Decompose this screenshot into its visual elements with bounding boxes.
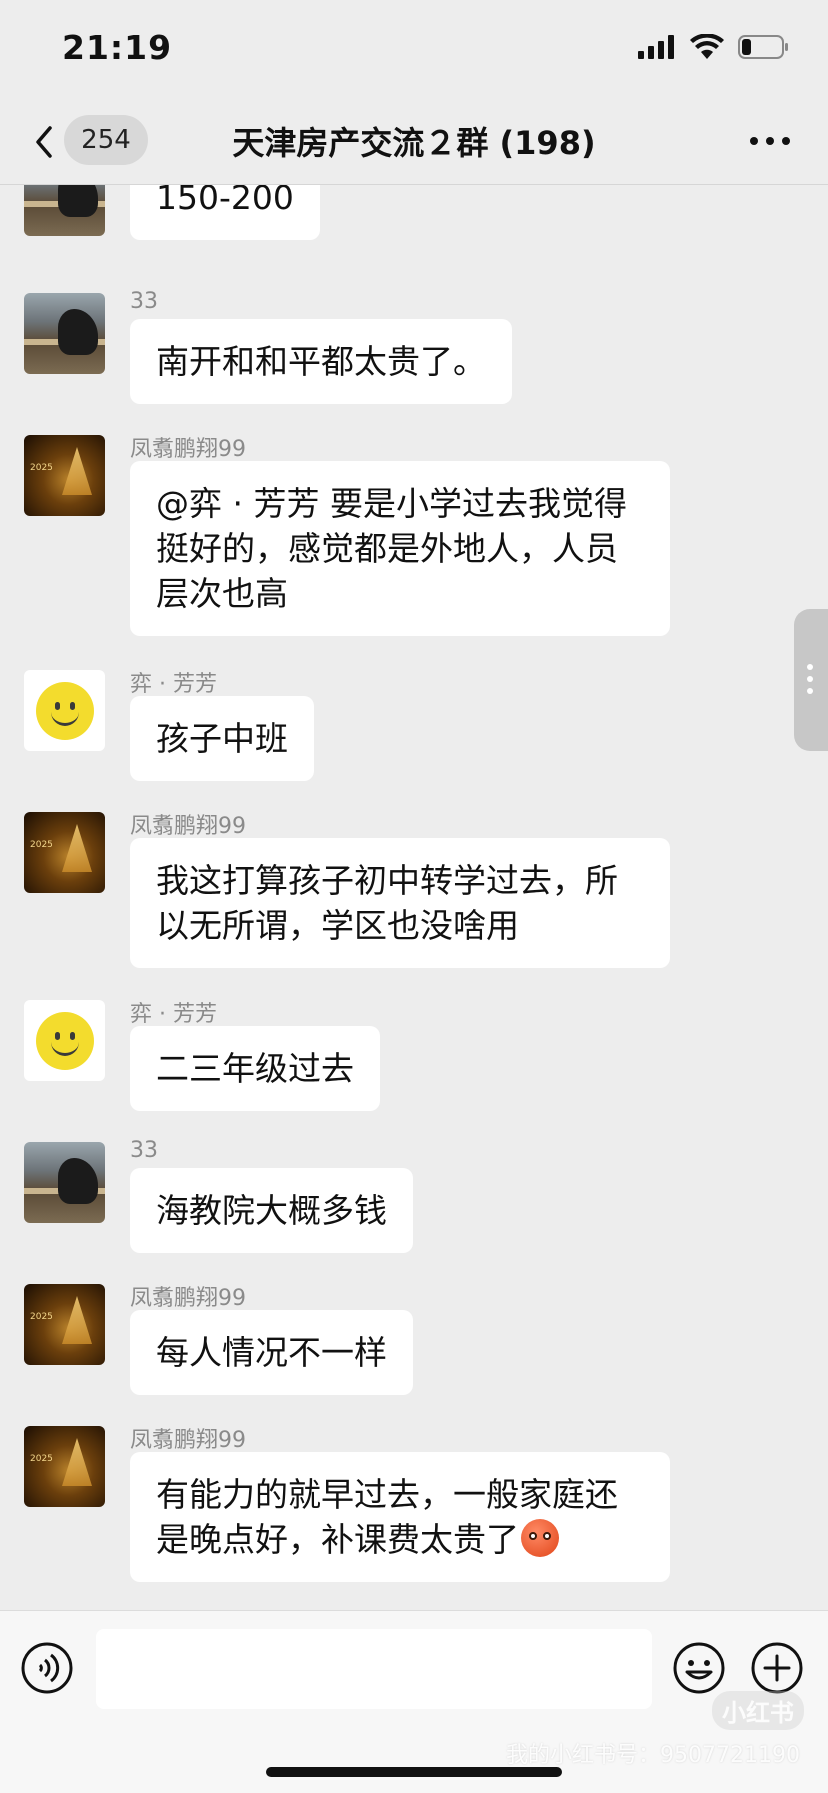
emoji-icon[interactable] xyxy=(672,1641,726,1695)
message-bubble[interactable]: 二三年级过去 xyxy=(130,1026,380,1111)
avatar[interactable]: 2025 xyxy=(24,812,105,893)
avatar-text: 2025 xyxy=(30,463,53,473)
message-item: 2025 凤翥鹏翔99 每人情况不一样 xyxy=(0,1284,828,1395)
message-bubble[interactable]: 每人情况不一样 xyxy=(130,1310,413,1395)
cellular-signal-icon xyxy=(638,35,674,59)
message-bubble[interactable]: 海教院大概多钱 xyxy=(130,1168,413,1253)
home-indicator xyxy=(266,1767,562,1777)
sender-name: 凤翥鹏翔99 xyxy=(130,1286,246,1311)
more-dots-icon[interactable] xyxy=(748,124,792,158)
cold-sweat-emoji-icon xyxy=(521,1519,559,1557)
sender-name: 33 xyxy=(130,289,158,314)
avatar[interactable] xyxy=(24,1000,105,1081)
sender-name: 33 xyxy=(130,1138,158,1163)
message-item: 弈 · 芳芳 二三年级过去 xyxy=(0,1000,828,1111)
message-item: 2025 凤翥鹏翔99 @弈 · 芳芳 要是小学过去我觉得挺好的，感觉都是外地人… xyxy=(0,435,828,636)
message-bubble[interactable]: 150-200 xyxy=(130,185,320,240)
message-item: 2025 凤翥鹏翔99 我这打算孩子初中转学过去，所以无所谓，学区也没啥用 xyxy=(0,812,828,968)
sender-name: 凤翥鹏翔99 xyxy=(130,437,246,462)
avatar[interactable] xyxy=(24,670,105,751)
sender-name: 凤翥鹏翔99 xyxy=(130,1428,246,1453)
avatar[interactable] xyxy=(24,293,105,374)
voice-icon[interactable] xyxy=(20,1641,74,1695)
avatar[interactable]: 2025 xyxy=(24,1284,105,1365)
status-bar: 21:19 xyxy=(0,0,828,100)
handle-dots-icon xyxy=(807,664,813,700)
message-bubble[interactable]: 我这打算孩子初中转学过去，所以无所谓，学区也没啥用 xyxy=(130,838,670,968)
message-bubble[interactable]: 南开和和平都太贵了。 xyxy=(130,319,512,404)
message-item: 2025 凤翥鹏翔99 有能力的就早过去，一般家庭还是晚点好，补课费太贵了 xyxy=(0,1426,828,1582)
avatar[interactable]: 2025 xyxy=(24,1426,105,1507)
chat-header: 254 天津房产交流２群 (198) xyxy=(0,100,828,185)
message-item: 33 海教院大概多钱 xyxy=(0,1138,828,1253)
avatar[interactable] xyxy=(24,185,105,236)
side-drawer-handle[interactable] xyxy=(794,609,828,751)
avatar-text: 2025 xyxy=(30,1454,53,1464)
message-list[interactable]: 150-200 33 南开和和平都太贵了。 2025 凤翥鹏翔99 @弈 · 芳… xyxy=(0,185,828,1610)
status-icons xyxy=(638,34,790,60)
sender-name: 凤翥鹏翔99 xyxy=(130,814,246,839)
watermark-logo: 小红书 xyxy=(712,1691,804,1730)
avatar[interactable]: 2025 xyxy=(24,435,105,516)
message-item: 33 南开和和平都太贵了。 xyxy=(0,289,828,404)
status-time: 21:19 xyxy=(62,28,173,67)
message-bubble[interactable]: 孩子中班 xyxy=(130,696,314,781)
message-item: 150-200 xyxy=(0,185,828,240)
message-bubble[interactable]: 有能力的就早过去，一般家庭还是晚点好，补课费太贵了 xyxy=(130,1452,670,1582)
watermark-id: 我的小红书号：9507721190 xyxy=(506,1743,800,1768)
sender-name: 弈 · 芳芳 xyxy=(130,672,217,697)
message-input[interactable] xyxy=(96,1629,652,1709)
battery-icon xyxy=(738,35,788,59)
input-bar: 小红书 我的小红书号：9507721190 xyxy=(0,1610,828,1793)
avatar[interactable] xyxy=(24,1142,105,1223)
plus-icon[interactable] xyxy=(750,1641,804,1695)
message-bubble[interactable]: @弈 · 芳芳 要是小学过去我觉得挺好的，感觉都是外地人，人员层次也高 xyxy=(130,461,670,636)
wifi-icon xyxy=(690,34,724,59)
sender-name: 弈 · 芳芳 xyxy=(130,1002,217,1027)
chat-title: 天津房产交流２群 (198) xyxy=(232,124,596,162)
message-item: 弈 · 芳芳 孩子中班 xyxy=(0,670,828,781)
avatar-text: 2025 xyxy=(30,840,53,850)
avatar-text: 2025 xyxy=(30,1312,53,1322)
